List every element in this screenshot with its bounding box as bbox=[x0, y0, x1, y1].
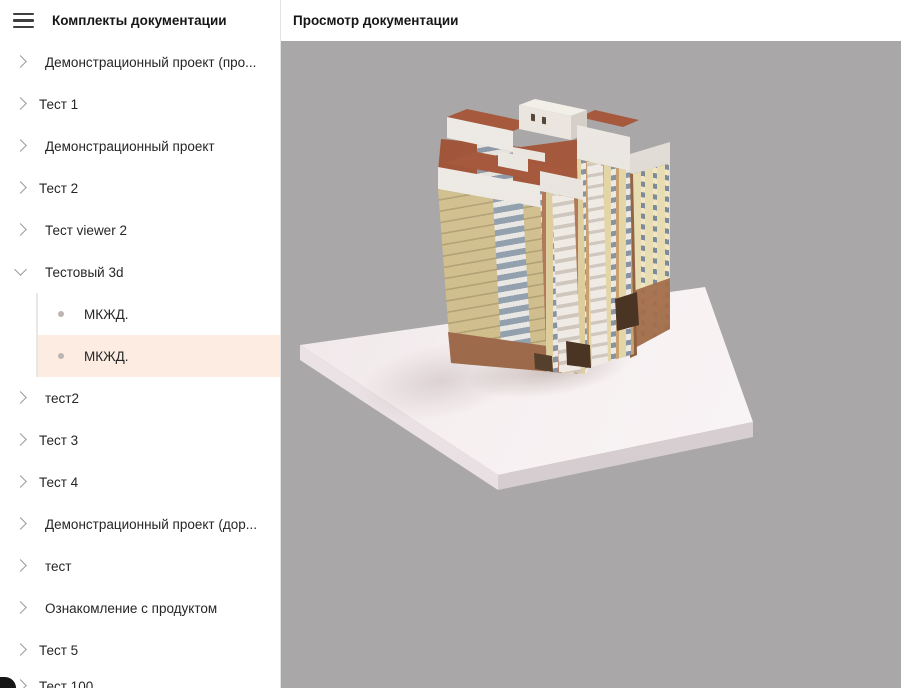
chevron-right-icon[interactable] bbox=[14, 679, 27, 688]
hamburger-menu-icon[interactable] bbox=[13, 13, 34, 28]
tree-child-item-selected[interactable]: МКЖД. bbox=[0, 335, 280, 377]
viewer-title: Просмотр документации bbox=[293, 13, 458, 28]
chevron-right-icon[interactable] bbox=[14, 643, 27, 656]
app-window: Комплекты документации Демонстрационный … bbox=[0, 0, 901, 688]
tree-item-partially-visible[interactable]: Тест 100 bbox=[0, 665, 280, 688]
chevron-down-icon[interactable] bbox=[14, 263, 27, 276]
chevron-right-icon[interactable] bbox=[14, 391, 27, 404]
tree-item[interactable]: Ознакомление с продуктом bbox=[0, 587, 280, 629]
sidebar: Комплекты документации Демонстрационный … bbox=[0, 0, 281, 688]
tree-item[interactable]: Тест 3 bbox=[0, 419, 280, 461]
bullet-icon bbox=[58, 311, 64, 317]
main-panel: Просмотр документации bbox=[281, 0, 901, 688]
chevron-right-icon[interactable] bbox=[14, 475, 27, 488]
penthouse-window bbox=[531, 114, 535, 122]
chevron-right-icon[interactable] bbox=[14, 55, 27, 68]
tree-item[interactable]: тест bbox=[0, 545, 280, 587]
chevron-right-icon[interactable] bbox=[14, 181, 27, 194]
chevron-right-icon[interactable] bbox=[14, 97, 27, 110]
chevron-right-icon[interactable] bbox=[14, 139, 27, 152]
sidebar-header: Комплекты документации bbox=[0, 0, 280, 41]
tree-child-item[interactable]: МКЖД. bbox=[0, 293, 280, 335]
tree-item-expanded[interactable]: Тестовый 3d bbox=[0, 251, 280, 293]
tree-item[interactable]: Демонстрационный проект bbox=[0, 125, 280, 167]
chevron-right-icon[interactable] bbox=[14, 601, 27, 614]
tree-children-group: МКЖД. МКЖД. bbox=[0, 293, 280, 377]
documentation-set-tree: Демонстрационный проект (про... Тест 1 Д… bbox=[0, 41, 280, 688]
chevron-right-icon[interactable] bbox=[14, 433, 27, 446]
tree-item[interactable]: Демонстрационный проект (дор... bbox=[0, 503, 280, 545]
tree-item[interactable]: Тест 2 bbox=[0, 167, 280, 209]
penthouse-window bbox=[542, 117, 546, 125]
chevron-right-icon[interactable] bbox=[14, 223, 27, 236]
tree-item[interactable]: Тест 4 bbox=[0, 461, 280, 503]
bullet-icon bbox=[58, 353, 64, 359]
chevron-right-icon[interactable] bbox=[14, 559, 27, 572]
tree-item[interactable]: тест2 bbox=[0, 377, 280, 419]
viewer-header: Просмотр документации bbox=[281, 0, 901, 41]
chevron-right-icon[interactable] bbox=[14, 517, 27, 530]
3d-viewer-canvas[interactable] bbox=[281, 41, 901, 688]
tree-item[interactable]: Тест 1 bbox=[0, 83, 280, 125]
tree-item[interactable]: Тест viewer 2 bbox=[0, 209, 280, 251]
sidebar-title: Комплекты документации bbox=[52, 13, 227, 28]
tree-item[interactable]: Демонстрационный проект (про... bbox=[0, 41, 280, 83]
